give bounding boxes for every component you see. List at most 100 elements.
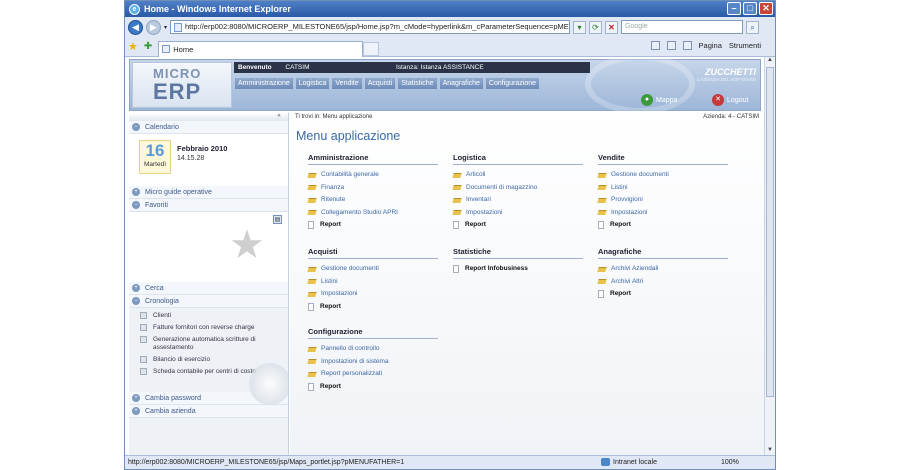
close-button[interactable]: ✕	[759, 2, 773, 15]
menu-link[interactable]: Inventari	[452, 194, 583, 207]
home-icon[interactable]	[650, 41, 660, 50]
guide-label: Micro guide operative	[145, 188, 212, 196]
sidebar-section-cronologia[interactable]: − Cronologia	[129, 295, 288, 308]
refresh-icon[interactable]: ⟳	[589, 20, 603, 34]
menu-link-label: Articoli	[466, 171, 486, 178]
stop-icon[interactable]: ✕	[605, 20, 619, 34]
report-link[interactable]: Report	[598, 288, 728, 300]
minimize-button[interactable]: –	[727, 2, 741, 15]
calendar-widget: 16 Martedì Febbraio 2010 14.15.28	[129, 134, 288, 186]
menu-link[interactable]: Collegamento Studio APRI	[307, 207, 438, 220]
history-dropdown-icon[interactable]: ▾	[164, 24, 167, 31]
sidebar-section-guide[interactable]: + Micro guide operative	[129, 186, 288, 199]
search-input[interactable]: Google	[621, 20, 744, 34]
url-dropdown-button[interactable]: ▾	[573, 20, 587, 34]
menu-link[interactable]: Provvigioni	[597, 194, 728, 207]
search-icon[interactable]: ⌕	[746, 20, 760, 34]
menu-link-label: Finanza	[321, 183, 345, 191]
report-icon	[453, 221, 459, 229]
section-title: Anagrafiche	[598, 247, 728, 259]
section-statistiche: Statistiche Report Infobusiness	[453, 247, 583, 275]
sidebar-section-favoriti[interactable]: − Favoriti	[129, 199, 288, 212]
report-link[interactable]: Report Infobusiness	[453, 263, 583, 275]
report-label: Report	[320, 302, 341, 310]
add-favorite-icon[interactable]: ✚	[144, 41, 152, 52]
page-menu[interactable]: Pagina	[699, 41, 722, 50]
menu-link[interactable]: Impostazioni	[452, 207, 583, 220]
folder-icon	[597, 197, 607, 203]
vertical-scrollbar[interactable]: ▲ ▼	[764, 57, 775, 456]
edit-favorites-icon[interactable]: ▤	[273, 215, 282, 224]
url-text: http://erp002:8080/MICROERP_MILESTONE65/…	[185, 22, 571, 31]
new-tab-button[interactable]	[363, 41, 380, 56]
report-link[interactable]: Report	[308, 301, 438, 313]
menu-link[interactable]: Pannello di controllo	[307, 343, 438, 356]
menu-link[interactable]: Archivi Altri	[597, 276, 728, 289]
menu-link[interactable]: Impostazioni	[597, 207, 728, 220]
menu-link[interactable]: Archivi Aziendali	[597, 263, 728, 276]
menu-link-label: Impostazioni	[321, 290, 358, 297]
sidebar: « − Calendario 16 Martedì Febbraio 2010 1…	[129, 113, 289, 456]
folder-icon	[307, 172, 317, 178]
menu-link[interactable]: Documenti di magazzino	[452, 182, 583, 195]
cambia-password-label: Cambia password	[145, 394, 202, 402]
menu-logistica[interactable]: Logistica	[294, 77, 330, 89]
folder-icon	[307, 371, 317, 377]
collapse-sidebar-button[interactable]: «	[272, 113, 286, 121]
folder-icon	[307, 291, 317, 297]
sidebar-section-cambia-azienda[interactable]: + Cambia azienda	[129, 405, 288, 418]
menu-link[interactable]: Impostazioni	[307, 288, 438, 301]
menu-link[interactable]: Gestione documenti	[597, 169, 728, 182]
menu-link[interactable]: Contabilità generale	[307, 169, 438, 182]
feeds-icon[interactable]	[666, 41, 676, 50]
menu-link[interactable]: Listini	[307, 276, 438, 289]
logout-button[interactable]: ✕ Logout	[712, 94, 748, 106]
menu-statistiche[interactable]: Statistiche	[397, 77, 437, 89]
back-button[interactable]: ◀	[128, 19, 143, 35]
tab-home[interactable]: Home	[158, 40, 364, 57]
history-item[interactable]: Generazione automatica scritture di asse…	[129, 336, 288, 352]
mappa-button[interactable]: ● Mappa	[641, 94, 677, 106]
microerp-logo: MICRO ERP	[132, 62, 232, 108]
menu-configurazione[interactable]: Configurazione	[484, 77, 540, 89]
menu-link[interactable]: Listini	[597, 182, 728, 195]
menu-vendite[interactable]: Vendite	[331, 77, 362, 89]
title-bar: e Home - Windows Internet Explorer – □ ✕	[125, 1, 775, 17]
user-name: CATSIM	[285, 64, 310, 71]
menu-link[interactable]: Impostazioni di sistema	[307, 356, 438, 369]
menu-amministrazione[interactable]: Amministrazione	[234, 77, 293, 89]
url-field[interactable]: http://erp002:8080/MICROERP_MILESTONE65/…	[170, 20, 571, 34]
section-acquisti: Acquisti Gestione documenti Listini Impo…	[307, 247, 438, 313]
menu-link-label: Impostazioni	[466, 208, 503, 216]
menu-acquisti[interactable]: Acquisti	[363, 77, 396, 89]
scroll-up-icon[interactable]: ▲	[765, 57, 775, 66]
report-link[interactable]: Report	[308, 381, 438, 393]
report-link[interactable]: Report	[453, 219, 583, 231]
menu-link[interactable]: Report personalizzati	[307, 368, 438, 381]
forward-button[interactable]: ▶	[146, 19, 161, 35]
favorites-star-icon[interactable]: ★	[128, 40, 138, 53]
menu-link[interactable]: Gestione documenti	[307, 263, 438, 276]
history-item-label: Bilancio di esercizio	[153, 356, 211, 363]
azienda-label: Azienda: 4 - CATSIM	[703, 114, 759, 120]
print-icon[interactable]	[682, 41, 692, 50]
history-item[interactable]: Clienti	[129, 312, 288, 320]
zoom-level[interactable]: 100%	[721, 456, 739, 469]
scrollbar-thumb[interactable]	[766, 67, 774, 397]
logout-label: Logout	[727, 96, 749, 104]
history-item[interactable]: Fatture fornitori con reverse charge	[129, 324, 288, 332]
report-link[interactable]: Report	[308, 219, 438, 231]
menu-link[interactable]: Finanza	[307, 182, 438, 195]
tools-menu[interactable]: Strumenti	[729, 41, 761, 50]
maximize-button[interactable]: □	[743, 2, 757, 15]
menu-link[interactable]: Articoli	[452, 169, 583, 182]
menu-anagrafiche[interactable]: Anagrafiche	[438, 77, 483, 89]
user-info-bar: Benvenuto CATSIM Istanza: Istanza ASSIST…	[234, 62, 590, 73]
sidebar-section-calendario[interactable]: − Calendario	[129, 121, 288, 134]
report-link[interactable]: Report	[598, 219, 728, 231]
folder-icon	[307, 279, 317, 285]
logout-icon: ✕	[712, 94, 724, 106]
menu-link[interactable]: Ritenute	[307, 194, 438, 207]
section-title: Vendite	[598, 153, 728, 165]
sidebar-section-cerca[interactable]: + Cerca	[129, 282, 288, 295]
